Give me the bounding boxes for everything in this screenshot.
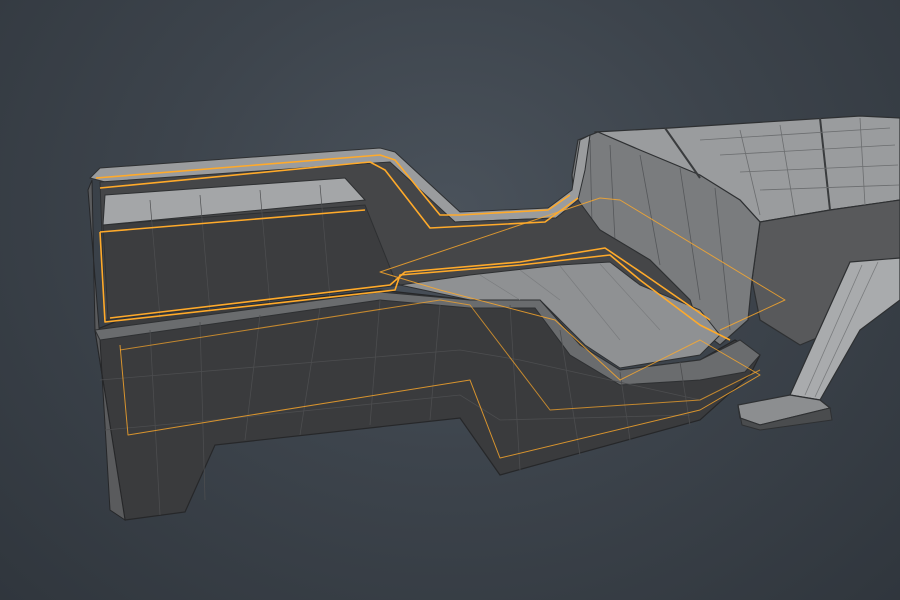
3d-viewport[interactable] [0, 0, 900, 600]
viewport-canvas[interactable] [0, 0, 900, 600]
